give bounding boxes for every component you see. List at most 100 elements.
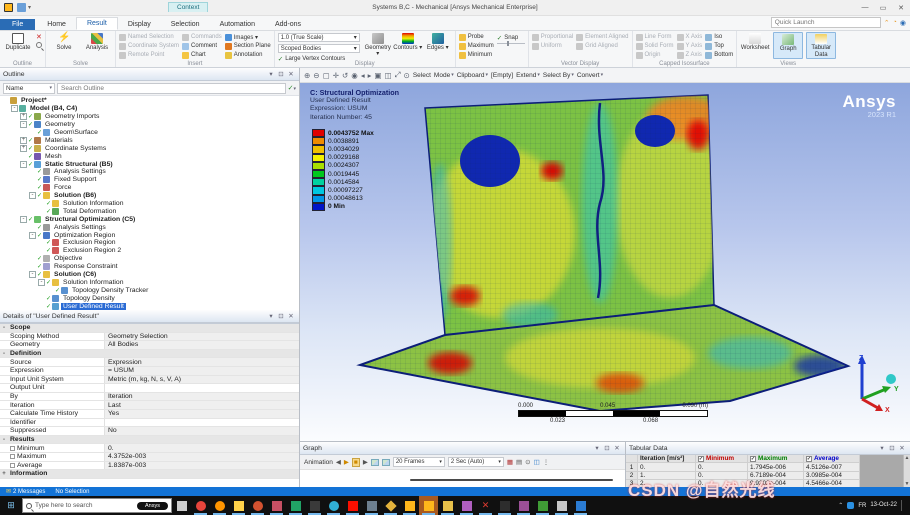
- tree-item-solution-b6-[interactable]: - ✓ Solution (B6): [0, 192, 299, 200]
- property-value[interactable]: [104, 418, 299, 427]
- panel-undock-icon[interactable]: ⊡: [276, 70, 286, 78]
- tree-item-geometry-imports[interactable]: + ✓ Geometry Imports: [0, 113, 299, 121]
- maximum-cell[interactable]: 1.7945e-006: [748, 463, 804, 472]
- first-frame-icon[interactable]: ◀: [336, 458, 341, 466]
- tree-item-exclusion-region[interactable]: ✓ Exclusion Region: [0, 239, 299, 247]
- magnifier-icon[interactable]: ⊙: [404, 71, 410, 80]
- iteration-cell[interactable]: 0.: [638, 463, 696, 472]
- panel-undock-icon[interactable]: ⊡: [887, 444, 897, 452]
- messages-count[interactable]: 2 Messages: [13, 489, 45, 495]
- search-outline-input[interactable]: [57, 82, 286, 94]
- maximum-cell[interactable]: 6.7189e-004: [748, 471, 804, 481]
- tab-selection[interactable]: Selection: [161, 19, 210, 30]
- analysis-button[interactable]: Analysis: [82, 32, 112, 59]
- panel-undock-icon[interactable]: ⊡: [602, 444, 612, 452]
- images-button[interactable]: Images ▾: [224, 33, 271, 41]
- ansys-mechanical-icon[interactable]: [419, 496, 438, 515]
- tree-item-user-defined-result[interactable]: ✓ User Defined Result: [0, 302, 299, 310]
- property-value[interactable]: [104, 384, 299, 392]
- maximum-cell[interactable]: 9.9202e-004: [748, 480, 804, 487]
- tree-expander-icon[interactable]: -: [20, 215, 27, 223]
- annotation-button[interactable]: Annotation: [224, 51, 271, 59]
- average-cell[interactable]: 4.5466e-004: [804, 480, 860, 487]
- play-icon[interactable]: ▶: [344, 458, 349, 466]
- tree-expander-icon[interactable]: -: [38, 278, 45, 286]
- tree-item-force[interactable]: ✓ Force: [0, 184, 299, 192]
- chart-button[interactable]: Chart: [182, 51, 222, 59]
- snap-checkbox[interactable]: ✓ Snap: [497, 33, 525, 42]
- quick-launch-input[interactable]: [770, 17, 881, 28]
- tree-item-response-constraint[interactable]: ✓ Response Constraint: [0, 263, 299, 271]
- display-slider[interactable]: [496, 41, 525, 46]
- designer-icon[interactable]: [324, 496, 343, 515]
- tree-item-topology-density[interactable]: ✓ Topology Density: [0, 294, 299, 302]
- panel-close-icon[interactable]: ✕: [286, 70, 296, 78]
- solid-form-button[interactable]: Solid Form: [635, 42, 674, 50]
- filter-type-dropdown[interactable]: Name ▾: [3, 82, 55, 94]
- remote-point-button[interactable]: Remote Point: [119, 51, 179, 59]
- property-value[interactable]: 1.8387e-003: [104, 461, 299, 470]
- powerpoint-icon[interactable]: [248, 496, 267, 515]
- look-at-icon[interactable]: ◉: [351, 71, 358, 80]
- x-axis-button[interactable]: X Axis: [676, 33, 702, 41]
- details-section-scope[interactable]: - Scope: [0, 324, 299, 333]
- avg-column-header[interactable]: ✓ Average: [804, 455, 860, 464]
- visual-studio-icon[interactable]: [514, 496, 533, 515]
- show-desktop-button[interactable]: [901, 500, 906, 511]
- property-value[interactable]: Iteration: [104, 392, 299, 401]
- terminal-icon[interactable]: [305, 496, 324, 515]
- line-form-button[interactable]: Line Form: [635, 33, 674, 41]
- graph-button[interactable]: Graph: [773, 32, 804, 59]
- clipboard-button[interactable]: Clipboard ▾: [457, 72, 488, 79]
- palette-icon[interactable]: ▦: [507, 458, 513, 466]
- property-value[interactable]: No: [104, 427, 299, 435]
- tree-expander-icon[interactable]: -: [29, 271, 36, 279]
- property-value[interactable]: Last: [104, 401, 299, 409]
- table-row[interactable]: 2 1. 0. 6.7189e-004 3.0985e-004: [626, 471, 910, 481]
- taskbar-search[interactable]: Type here to search Ansys: [22, 498, 172, 513]
- tree-expander-icon[interactable]: +: [20, 113, 27, 121]
- top-button[interactable]: Top: [705, 42, 733, 50]
- tab-home[interactable]: Home: [37, 19, 76, 30]
- property-value[interactable]: All Bodies: [104, 341, 299, 349]
- uniform-button[interactable]: Uniform: [531, 42, 573, 50]
- iteration-cell[interactable]: 1.: [638, 471, 696, 481]
- checkbox-icon[interactable]: [10, 462, 15, 468]
- tree-expander-icon[interactable]: +: [20, 144, 27, 152]
- geometry-button[interactable]: Geometry ▾: [363, 32, 393, 59]
- tab-automation[interactable]: Automation: [210, 19, 265, 30]
- iso-button[interactable]: Iso: [705, 33, 733, 41]
- checkbox-icon[interactable]: ✓: [750, 455, 756, 462]
- property-value[interactable]: Yes: [104, 409, 299, 418]
- property-value[interactable]: Metric (m, kg, N, s, V, A): [104, 375, 299, 384]
- panel-menu-icon[interactable]: ▾: [266, 312, 276, 320]
- scoped-bodies-dropdown[interactable]: Scoped Bodies ▾: [277, 44, 360, 53]
- solve-button[interactable]: ⚡ Solve: [49, 32, 79, 59]
- export-image-icon[interactable]: [381, 458, 390, 466]
- bottom-button[interactable]: Bottom: [705, 51, 733, 59]
- tree-item-exclusion-region-2[interactable]: ✓ Exclusion Region 2: [0, 247, 299, 255]
- task-view-icon[interactable]: [172, 496, 191, 515]
- comment-button[interactable]: Comment: [182, 42, 222, 50]
- checkbox-icon[interactable]: [10, 454, 15, 460]
- contour-bar-icon[interactable]: ◫: [534, 458, 540, 466]
- find-icon[interactable]: [36, 42, 42, 48]
- triad[interactable]: Z Y X: [844, 351, 902, 413]
- checkbox-icon[interactable]: ✓: [806, 455, 812, 462]
- minimum-cell[interactable]: 0.: [696, 480, 748, 487]
- tree-item-topology-density-tracker[interactable]: ✓ Topology Density Tracker: [0, 286, 299, 294]
- firefox-icon[interactable]: [210, 496, 229, 515]
- options-icon[interactable]: ◔: [893, 19, 897, 26]
- contours-button[interactable]: Contours ▾: [393, 32, 423, 59]
- checkbox-icon[interactable]: [10, 445, 15, 451]
- tree-item-model-b4-c4-[interactable]: - Model (B4, C4): [0, 105, 299, 113]
- delete-icon[interactable]: ✕: [36, 33, 42, 41]
- zoom-graph-icon[interactable]: ⊙: [525, 458, 530, 466]
- property-value[interactable]: = USUM: [104, 366, 299, 375]
- convert-button[interactable]: Convert ▾: [577, 72, 603, 79]
- ansys-launcher-icon[interactable]: [400, 496, 419, 515]
- edges-button[interactable]: Edges ▾: [423, 32, 453, 59]
- tree-item-solution-information[interactable]: - ✓ Solution Information: [0, 278, 299, 286]
- stop-icon[interactable]: ■: [351, 457, 360, 467]
- table-row[interactable]: 1 0. 0. 1.7945e-006 4.5126e-007: [626, 463, 910, 472]
